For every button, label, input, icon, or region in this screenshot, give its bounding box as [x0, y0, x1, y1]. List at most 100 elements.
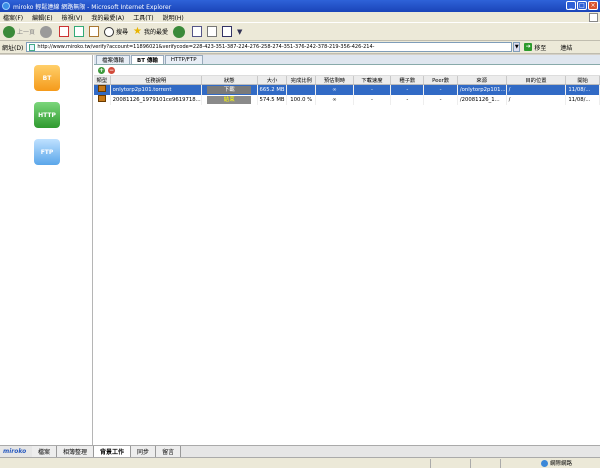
address-input[interactable]: http://www.miroko.tw/verify?account=1189…	[26, 42, 513, 52]
address-label: 網址(D)	[2, 44, 24, 52]
row-seeds: -	[390, 84, 425, 95]
go-button[interactable]: ➜ 移至	[524, 43, 546, 52]
col-status[interactable]: 狀態	[201, 76, 258, 85]
stop-icon	[59, 26, 70, 37]
menu-help[interactable]: 說明(H)	[163, 13, 184, 22]
minimize-button[interactable]: _	[566, 1, 576, 10]
star-icon: ★	[133, 26, 142, 37]
add-task-icon[interactable]: +	[98, 66, 105, 74]
close-button[interactable]: ×	[588, 1, 598, 10]
forward-button[interactable]	[40, 25, 54, 38]
browser-toolbar: 上一頁 搜尋 ★ 我的最愛 ▼	[0, 23, 600, 41]
links-button[interactable]: 連結	[560, 43, 572, 52]
tab-http-ftp[interactable]: HTTP/FTP	[164, 55, 203, 64]
col-eta[interactable]: 預估剩時	[315, 76, 354, 85]
menu-tools[interactable]: 工具(T)	[133, 13, 153, 22]
remove-task-icon[interactable]: −	[108, 66, 115, 74]
row-eta: ∞	[315, 84, 354, 95]
transfer-tabs: 檔案傳輸 BT 傳輸 HTTP/FTP	[94, 55, 600, 65]
edit-button[interactable]	[222, 26, 233, 37]
row-source: /20081126_1...	[457, 94, 507, 105]
forward-arrow-icon	[40, 25, 53, 38]
windows-logo-icon	[589, 13, 598, 22]
mail-icon	[192, 26, 203, 37]
row-peers: -	[423, 84, 458, 95]
tab-file-transfer[interactable]: 檔案傳輸	[96, 55, 131, 64]
tab-album[interactable]: 相簿整理	[57, 446, 95, 457]
row-desc: onlytorp2p101.torrent	[110, 84, 202, 95]
row-progress: 100.0 %	[286, 94, 317, 105]
col-source[interactable]: 來源	[457, 76, 507, 85]
status-bar: 網際網路	[0, 457, 600, 468]
magnifier-icon	[104, 26, 115, 37]
table-row[interactable]: 20081126_1979101ce9619718... 結束 574.5 MB…	[94, 94, 600, 105]
menu-file[interactable]: 檔案(F)	[3, 13, 23, 22]
back-button[interactable]: 上一頁	[3, 25, 35, 38]
col-type[interactable]: 類型	[94, 76, 111, 85]
history-button[interactable]	[173, 25, 187, 38]
go-arrow-icon: ➜	[524, 43, 533, 51]
row-dest: /	[506, 94, 567, 105]
col-progress[interactable]: 完成比例	[286, 76, 317, 85]
tab-bt-transfer[interactable]: BT 傳輸	[131, 55, 164, 64]
col-start[interactable]: 開始	[565, 76, 600, 85]
window-titlebar: miroko 輕鬆連線 網路無限 - Microsoft Internet Ex…	[0, 0, 600, 12]
home-icon	[89, 26, 100, 37]
row-speed: -	[353, 94, 392, 105]
torrent-file-icon	[97, 85, 106, 93]
back-arrow-icon	[3, 25, 15, 38]
row-speed: -	[353, 84, 392, 95]
col-desc[interactable]: 任務說明	[110, 76, 202, 85]
task-table: 類型 任務說明 狀態 大小 完成比例 預估剩時 下載速度 種子數 Peer數 來…	[94, 76, 600, 105]
row-dest: /	[506, 84, 567, 95]
status-badge: 下載	[207, 85, 252, 94]
address-bar: 網址(D) http://www.miroko.tw/verify?accoun…	[0, 41, 600, 54]
mail-button[interactable]	[192, 26, 203, 37]
menu-view[interactable]: 檢視(V)	[62, 13, 83, 22]
tab-messages[interactable]: 留言	[156, 446, 182, 457]
col-speed[interactable]: 下載速度	[353, 76, 392, 85]
ftp-icon[interactable]: FTP	[34, 139, 60, 165]
globe-icon	[540, 459, 548, 467]
printer-icon	[207, 26, 218, 37]
row-size: 665.2 MB	[257, 84, 288, 95]
col-dest[interactable]: 目的位置	[506, 76, 567, 85]
http-icon[interactable]: HTTP	[34, 102, 60, 128]
edit-icon	[222, 26, 233, 37]
menu-favorites[interactable]: 我的最愛(A)	[91, 13, 124, 22]
row-seeds: -	[390, 94, 425, 105]
tab-background-jobs[interactable]: 背景工作	[94, 446, 132, 457]
table-header: 類型 任務說明 狀態 大小 完成比例 預估剩時 下載速度 種子數 Peer數 來…	[94, 76, 600, 85]
col-size[interactable]: 大小	[257, 76, 288, 85]
search-button[interactable]: 搜尋	[104, 26, 128, 37]
bt-icon[interactable]: BT	[34, 65, 60, 91]
favorites-button[interactable]: ★ 我的最愛	[133, 26, 168, 37]
refresh-button[interactable]	[74, 26, 85, 37]
task-actions: + −	[94, 65, 600, 76]
row-start: 11/08/...	[565, 84, 600, 95]
row-start: 11/08/...	[565, 94, 600, 105]
stop-button[interactable]	[59, 26, 70, 37]
maximize-button[interactable]: □	[577, 1, 587, 10]
row-desc: 20081126_1979101ce9619718...	[110, 94, 202, 105]
ie-icon	[2, 2, 10, 10]
tab-files[interactable]: 檔案	[32, 446, 58, 457]
window-title: miroko 輕鬆連線 網路無限 - Microsoft Internet Ex…	[13, 3, 172, 11]
app-bottom-tabs: miroko 檔案 相簿整理 背景工作 同步 留言	[0, 445, 600, 457]
col-peers[interactable]: Peer數	[423, 76, 458, 85]
miroko-logo: miroko	[3, 448, 27, 455]
refresh-icon	[74, 26, 85, 37]
page-icon	[29, 43, 36, 51]
row-progress	[286, 84, 317, 95]
home-button[interactable]	[89, 26, 100, 37]
tab-sync[interactable]: 同步	[131, 446, 157, 457]
address-dropdown-icon[interactable]: ▼	[513, 42, 521, 52]
print-button[interactable]	[207, 26, 218, 37]
messenger-button[interactable]: ▼	[237, 28, 242, 36]
zone-indicator: 網際網路	[540, 459, 572, 467]
col-seeds[interactable]: 種子數	[390, 76, 425, 85]
table-row[interactable]: onlytorp2p101.torrent 下載 665.2 MB ∞ - - …	[94, 84, 600, 95]
menu-bar: 檔案(F) 編輯(E) 檢視(V) 我的最愛(A) 工具(T) 說明(H)	[0, 12, 600, 23]
row-eta: ∞	[315, 94, 354, 105]
menu-edit[interactable]: 編輯(E)	[32, 13, 52, 22]
